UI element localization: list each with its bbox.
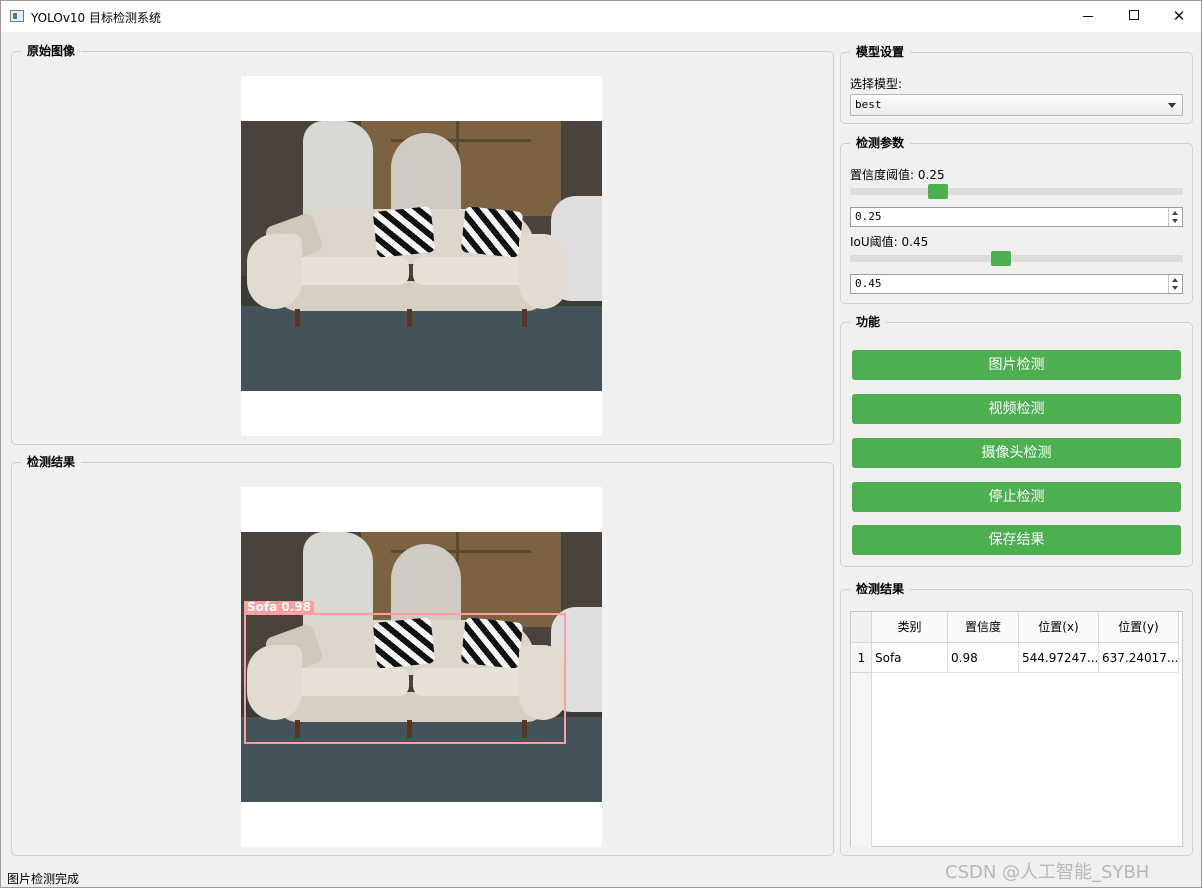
- sofa-arm: [519, 234, 567, 309]
- result-image-title: 检测结果: [21, 454, 82, 470]
- minimize-button[interactable]: [1065, 1, 1111, 32]
- iou-spin-buttons[interactable]: [1168, 275, 1182, 293]
- window-title: YOLOv10 目标检测系统: [31, 11, 162, 25]
- status-bar-text: 图片检测完成: [7, 872, 80, 886]
- sofa-pillow: [372, 206, 436, 258]
- table-cell-pos-x[interactable]: 544.97247...: [1019, 643, 1099, 673]
- iou-threshold-value: 0.45: [855, 277, 882, 290]
- camera-detect-button[interactable]: 摄像头检测: [852, 438, 1181, 468]
- original-image: [241, 76, 602, 436]
- spin-up-icon[interactable]: [1172, 211, 1178, 215]
- column-header-pos-y[interactable]: 位置(y): [1099, 612, 1179, 643]
- table-cell-confidence[interactable]: 0.98: [948, 643, 1019, 673]
- close-button[interactable]: ✕: [1156, 1, 1202, 32]
- results-table[interactable]: 类别 置信度 位置(x) 位置(y) 1 Sofa 0.98 544.97247…: [850, 611, 1183, 847]
- sofa-graphic: [247, 206, 567, 329]
- app-icon: [10, 10, 24, 22]
- iou-threshold-label: IoU阈值: 0.45: [850, 235, 929, 249]
- detection-box: [244, 613, 566, 744]
- maximize-icon: [1129, 10, 1139, 20]
- stop-detect-button[interactable]: 停止检测: [852, 482, 1181, 512]
- conf-threshold-label: 置信度阈值: 0.25: [850, 168, 945, 182]
- conf-spin-buttons[interactable]: [1168, 208, 1182, 226]
- table-row-header: [851, 643, 872, 847]
- model-select-value: best: [855, 98, 882, 111]
- conf-threshold-value: 0.25: [855, 210, 882, 223]
- app-window: YOLOv10 目标检测系统 ✕ 原始图像 检测结果 Sofa 0.98 模型设…: [0, 0, 1202, 888]
- iou-threshold-spinbox[interactable]: 0.45: [850, 274, 1183, 294]
- sofa-leg: [522, 309, 527, 327]
- save-results-button[interactable]: 保存结果: [852, 525, 1181, 555]
- sofa-pillow: [460, 206, 524, 258]
- original-image-title: 原始图像: [21, 43, 82, 59]
- column-header-pos-x[interactable]: 位置(x): [1019, 612, 1099, 643]
- table-cell-pos-y[interactable]: 637.24017...: [1099, 643, 1179, 673]
- conf-slider-handle[interactable]: [928, 184, 948, 199]
- video-detect-button[interactable]: 视频检测: [852, 394, 1181, 424]
- column-header-confidence[interactable]: 置信度: [948, 612, 1019, 643]
- conf-threshold-spinbox[interactable]: 0.25: [850, 207, 1183, 227]
- sofa-leg: [407, 309, 412, 327]
- spin-down-icon[interactable]: [1172, 219, 1178, 223]
- column-header-class[interactable]: 类别: [872, 612, 948, 643]
- model-select-label: 选择模型:: [850, 77, 903, 91]
- results-table-title: 检测结果: [850, 581, 911, 597]
- close-icon: ✕: [1172, 7, 1186, 25]
- spin-down-icon[interactable]: [1172, 286, 1178, 290]
- image-detect-button[interactable]: 图片检测: [852, 350, 1181, 380]
- chevron-down-icon: [1168, 103, 1176, 108]
- table-corner-button[interactable]: [851, 612, 872, 643]
- result-image-group: 检测结果 Sofa 0.98: [11, 454, 834, 856]
- result-image: Sofa 0.98: [241, 487, 602, 847]
- detection-label: Sofa 0.98: [244, 601, 314, 614]
- original-image-scene: [241, 121, 602, 391]
- sofa-base: [277, 281, 547, 311]
- iou-threshold-slider[interactable]: [850, 251, 1183, 266]
- model-select[interactable]: best: [850, 94, 1183, 116]
- original-image-group: 原始图像: [11, 43, 834, 445]
- conf-threshold-slider[interactable]: [850, 184, 1183, 199]
- sofa-leg: [295, 309, 300, 327]
- spin-up-icon[interactable]: [1172, 278, 1178, 282]
- result-image-scene: Sofa 0.98: [241, 532, 602, 802]
- functions-title: 功能: [850, 314, 887, 330]
- iou-slider-handle[interactable]: [991, 251, 1011, 266]
- model-settings-title: 模型设置: [850, 44, 911, 60]
- title-bar: YOLOv10 目标检测系统 ✕: [1, 1, 1201, 32]
- sofa-arm: [247, 234, 302, 309]
- watermark: CSDN @人工智能_SYBH: [945, 862, 1150, 883]
- maximize-button[interactable]: [1111, 1, 1157, 32]
- table-cell-class[interactable]: Sofa: [872, 643, 948, 673]
- detect-params-title: 检测参数: [850, 135, 911, 151]
- minimize-icon: [1083, 16, 1093, 17]
- table-row-number[interactable]: 1: [851, 643, 872, 673]
